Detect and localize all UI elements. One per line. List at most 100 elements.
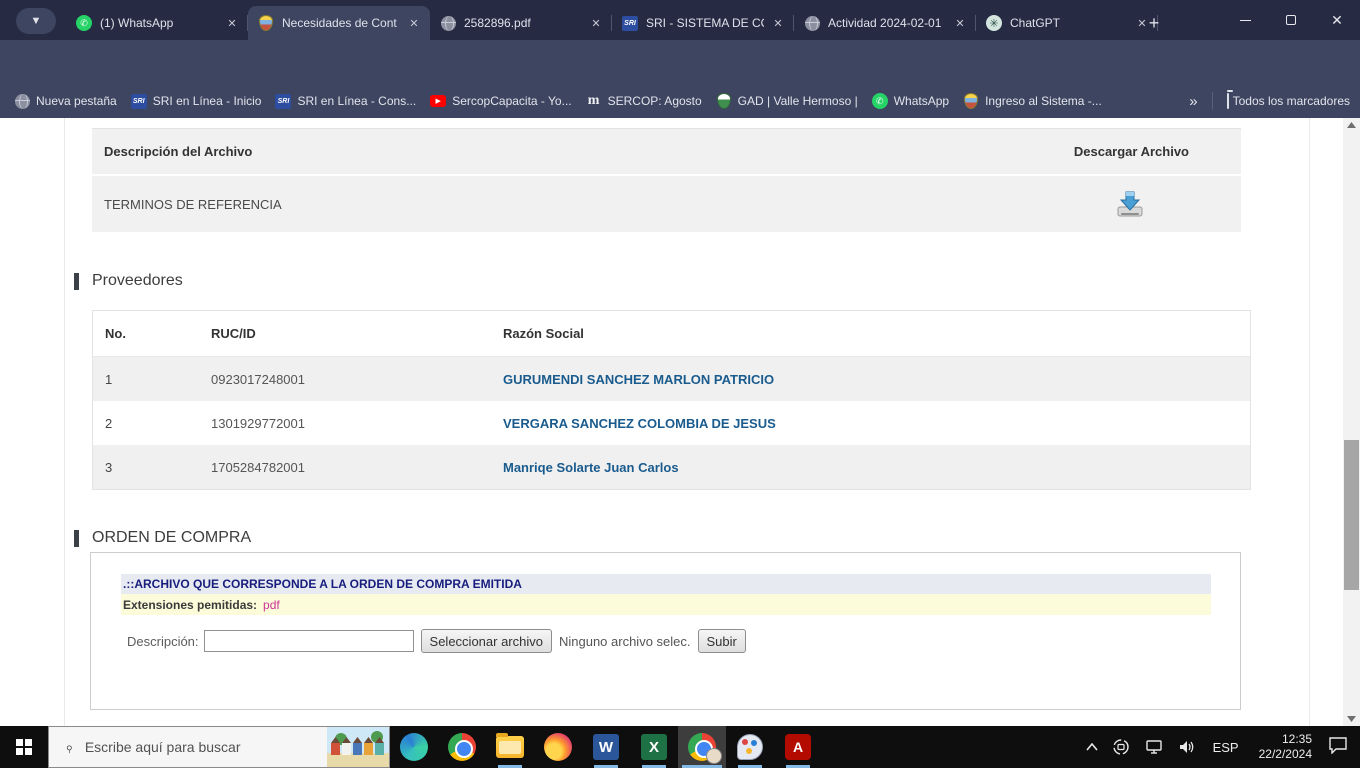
- windows-taskbar: ⌕ Escribe aquí para buscar W X A: [0, 726, 1360, 768]
- minimize-button[interactable]: [1222, 0, 1268, 40]
- chatgpt-icon: ✳: [986, 15, 1002, 31]
- tab-title: (1) WhatsApp: [100, 16, 218, 30]
- date-text: 22/2/2024: [1259, 747, 1312, 761]
- globe-icon: [805, 16, 820, 31]
- bookmark-label: SercopCapacita - Yo...: [452, 94, 571, 108]
- extensions-label: Extensiones pemitidas:: [121, 598, 257, 612]
- new-tab-button[interactable]: +: [1140, 9, 1168, 37]
- windows-logo-icon: [16, 739, 32, 755]
- close-window-button[interactable]: ✕: [1314, 0, 1360, 40]
- bookmark-sercopcapacita[interactable]: ▶ SercopCapacita - Yo...: [430, 93, 571, 109]
- scroll-down-arrow[interactable]: [1343, 712, 1360, 726]
- profile-badge: [706, 748, 722, 764]
- start-button[interactable]: [0, 726, 48, 768]
- download-file-icon[interactable]: [1114, 189, 1146, 219]
- tab-necesidades-active[interactable]: Necesidades de Cont ✕: [248, 6, 430, 40]
- description-input[interactable]: [204, 630, 414, 652]
- bookmark-sri-inicio[interactable]: SRI SRI en Línea - Inicio: [131, 93, 262, 109]
- chrome-icon: [448, 733, 476, 761]
- taskbar-search-box[interactable]: ⌕ Escribe aquí para buscar: [48, 726, 390, 768]
- bing-daily-image[interactable]: [327, 727, 389, 767]
- bookmark-whatsapp[interactable]: ✆ WhatsApp: [872, 93, 949, 109]
- divider: [1309, 118, 1310, 726]
- tab-title: 2582896.pdf: [464, 16, 582, 30]
- taskbar-paint-button[interactable]: [726, 726, 774, 768]
- m-letter-icon: m: [588, 93, 600, 109]
- bookmark-gad-valle-hermoso[interactable]: GAD | Valle Hermoso |: [716, 93, 858, 109]
- bookmark-ingreso-sistema[interactable]: Ingreso al Sistema -...: [963, 93, 1102, 109]
- bookmark-sri-consultas[interactable]: SRI SRI en Línea - Cons...: [275, 93, 416, 109]
- bookmark-label: GAD | Valle Hermoso |: [738, 94, 858, 108]
- file-table-header: Descripción del Archivo Descargar Archiv…: [92, 128, 1241, 174]
- maximize-button[interactable]: [1268, 0, 1314, 40]
- page-scrollbar[interactable]: [1343, 118, 1360, 726]
- extensions-strip: Extensiones pemitidas: pdf: [121, 594, 1211, 615]
- gad-crest-icon: [717, 93, 731, 109]
- youtube-icon: ▶: [430, 95, 446, 107]
- tab-title: Actividad 2024-02-01: [828, 16, 946, 30]
- tray-chevron-up-icon[interactable]: [1086, 743, 1098, 751]
- taskbar-explorer-button[interactable]: [486, 726, 534, 768]
- globe-icon: [441, 16, 456, 31]
- taskbar-chrome-active-button[interactable]: [678, 726, 726, 768]
- tab-search-button[interactable]: ▼: [16, 8, 56, 34]
- meet-now-icon[interactable]: [1112, 738, 1130, 756]
- excel-icon: X: [641, 734, 667, 760]
- ecuador-crest-icon: [259, 15, 273, 31]
- tab-actividad[interactable]: Actividad 2024-02-01 ✕: [794, 6, 976, 40]
- provider-name-link[interactable]: Manriqe Solarte Juan Carlos: [503, 460, 1250, 475]
- bookmark-sercop-agosto[interactable]: m SERCOP: Agosto: [586, 93, 702, 109]
- tab-chatgpt[interactable]: ✳ ChatGPT ✕: [976, 6, 1158, 40]
- bookmarks-overflow-chevron[interactable]: »: [1189, 93, 1197, 110]
- section-title: Proveedores: [92, 272, 183, 290]
- taskbar-word-button[interactable]: W: [582, 726, 630, 768]
- provider-name-link[interactable]: VERGARA SANCHEZ COLOMBIA DE JESUS: [503, 416, 1250, 431]
- provider-no: 2: [93, 416, 211, 431]
- table-row: TERMINOS DE REFERENCIA: [92, 176, 1241, 232]
- network-icon[interactable]: [1144, 739, 1164, 755]
- scrollbar-thumb[interactable]: [1344, 440, 1359, 590]
- upload-button[interactable]: Subir: [698, 629, 746, 653]
- section-bar-icon: [74, 273, 79, 290]
- provider-name-link[interactable]: GURUMENDI SANCHEZ MARLON PATRICIO: [503, 372, 1250, 387]
- bookmark-label: Nueva pestaña: [36, 94, 117, 108]
- close-icon[interactable]: ✕: [588, 15, 604, 31]
- scroll-up-arrow[interactable]: [1343, 118, 1360, 132]
- tab-title: ChatGPT: [1010, 16, 1128, 30]
- tab-pdf[interactable]: 2582896.pdf ✕: [430, 6, 612, 40]
- edge-icon: [400, 733, 428, 761]
- tab-sri[interactable]: SRI SRI - SISTEMA DE CO ✕: [612, 6, 794, 40]
- language-indicator[interactable]: ESP: [1213, 740, 1239, 755]
- whatsapp-icon: ✆: [872, 93, 888, 109]
- bookmark-nueva-pestana[interactable]: Nueva pestaña: [14, 93, 117, 109]
- taskbar-chrome-button[interactable]: [438, 726, 486, 768]
- close-icon[interactable]: ✕: [770, 15, 786, 31]
- choose-file-button[interactable]: Seleccionar archivo: [421, 629, 552, 653]
- close-icon[interactable]: ✕: [406, 15, 422, 31]
- tab-title: SRI - SISTEMA DE CO: [646, 16, 764, 30]
- taskbar-acrobat-button[interactable]: A: [774, 726, 822, 768]
- whatsapp-icon: ✆: [76, 15, 92, 31]
- clock[interactable]: 12:35 22/2/2024: [1259, 732, 1312, 762]
- taskbar-edge-button[interactable]: [390, 726, 438, 768]
- bookmark-label: SRI en Línea - Cons...: [297, 94, 416, 108]
- maximize-icon: [1286, 15, 1296, 25]
- browser-toolbar: ← → ⟳ compraspublicas.gob.ec/ProcesoCont…: [0, 40, 1360, 84]
- taskbar-firefox-button[interactable]: [534, 726, 582, 768]
- upload-banner: .::ARCHIVO QUE CORRESPONDE A LA ORDEN DE…: [121, 574, 1211, 594]
- browser-tab-strip: ▼ ✆ (1) WhatsApp ✕ Necesidades de Cont ✕…: [0, 0, 1360, 40]
- volume-icon[interactable]: [1178, 739, 1196, 755]
- table-row: 2 1301929772001 VERGARA SANCHEZ COLOMBIA…: [93, 401, 1250, 445]
- column-header: Razón Social: [503, 326, 1250, 341]
- tab-whatsapp[interactable]: ✆ (1) WhatsApp ✕: [66, 6, 248, 40]
- all-bookmarks-label[interactable]: Todos los marcadores: [1233, 94, 1350, 108]
- taskbar-excel-button[interactable]: X: [630, 726, 678, 768]
- action-center-icon[interactable]: [1328, 736, 1348, 759]
- extensions-value: pdf: [263, 598, 280, 612]
- upload-form-row: Descripción: Seleccionar archivo Ninguno…: [127, 629, 746, 653]
- close-icon[interactable]: ✕: [952, 15, 968, 31]
- column-header: No.: [93, 326, 211, 341]
- close-icon[interactable]: ✕: [224, 15, 240, 31]
- provider-no: 3: [93, 460, 211, 475]
- section-title: ORDEN DE COMPRA: [92, 529, 251, 547]
